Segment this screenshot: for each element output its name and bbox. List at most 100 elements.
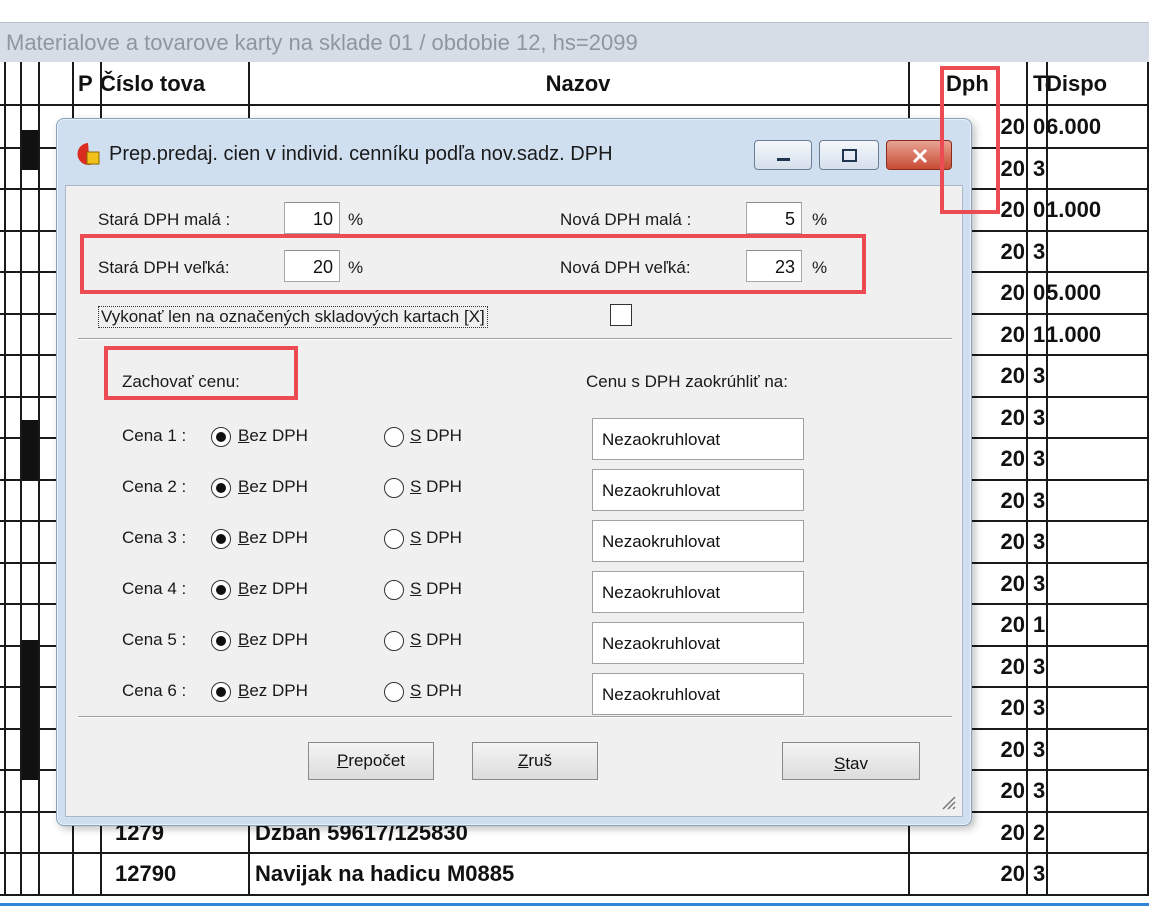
- cell-dph: 20: [1000, 529, 1025, 554]
- maximize-icon: [842, 149, 857, 162]
- cancel-button[interactable]: Zruš: [472, 742, 598, 780]
- cell-dispo: 5.000: [1046, 280, 1102, 305]
- cell-dph: 20: [1000, 238, 1025, 264]
- column-header-nazov[interactable]: Nazov: [248, 62, 908, 106]
- price-label: Cena 5 :: [122, 630, 187, 649]
- price-label: Cena 6 :: [122, 681, 187, 700]
- rounding-field[interactable]: Nezaokruhlovat: [592, 469, 804, 511]
- bottom-border: [0, 903, 1149, 906]
- bez-dph-label[interactable]: Bez DPH: [238, 426, 308, 446]
- bez-dph-label[interactable]: Bez DPH: [238, 477, 308, 497]
- only-marked-label[interactable]: Vykonať len na označených skladových kar…: [98, 306, 488, 328]
- cell-t: 35: [1033, 404, 1045, 430]
- highlight-vat-rates: [80, 234, 866, 294]
- bez-dph-label[interactable]: Bez DPH: [238, 528, 308, 548]
- rounding-field[interactable]: Nezaokruhlovat: [592, 622, 804, 664]
- bez-dph-text: ez DPH: [249, 681, 308, 700]
- recalc-button[interactable]: Prepočet: [308, 742, 434, 780]
- bez-dph-radio[interactable]: [211, 529, 231, 549]
- s-dph-radio[interactable]: [384, 529, 404, 549]
- bez-dph-text: ez DPH: [249, 477, 308, 496]
- bez-dph-text: ez DPH: [249, 426, 308, 445]
- s-dph-label[interactable]: S DPH: [410, 528, 462, 548]
- bez-dph-text: ez DPH: [249, 630, 308, 649]
- column-header-dispo[interactable]: Dispo: [1046, 62, 1146, 106]
- s-dph-accel: S: [410, 579, 422, 598]
- cell-t: 34: [1033, 570, 1045, 596]
- only-marked-checkbox[interactable]: [610, 304, 632, 326]
- s-dph-label[interactable]: S DPH: [410, 681, 462, 701]
- rounding-field[interactable]: Nezaokruhlovat: [592, 673, 804, 715]
- bez-dph-radio[interactable]: [211, 631, 231, 651]
- cell-cislo: 12790: [115, 861, 177, 886]
- bez-dph-label[interactable]: Bez DPH: [238, 579, 308, 599]
- bez-dph-accel: B: [238, 630, 250, 649]
- cell-dph: 20: [1000, 695, 1025, 720]
- cell-t: 35: [1033, 155, 1045, 181]
- cell-t: 35: [1033, 238, 1045, 264]
- price-row: Cena 5 : Bez DPH S DPH Nezaokruhlovat: [66, 622, 946, 672]
- cell-dph: 20: [1000, 570, 1025, 596]
- rounding-field[interactable]: Nezaokruhlovat: [592, 520, 804, 562]
- s-dph-text: DPH: [421, 630, 462, 649]
- cancel-label: ruš: [528, 751, 552, 770]
- cell-t: 3: [1033, 487, 1045, 513]
- new-small-vat-input[interactable]: 5: [746, 202, 802, 234]
- bez-dph-label[interactable]: Bez DPH: [238, 630, 308, 650]
- cell-nazov: Navijak na hadicu M0885: [255, 861, 515, 886]
- bez-dph-label[interactable]: Bez DPH: [238, 681, 308, 701]
- cell-dph: 20: [1000, 280, 1025, 305]
- minimize-button[interactable]: [754, 140, 812, 170]
- price-label: Cena 2 :: [122, 477, 187, 496]
- cell-dph: 20: [1000, 612, 1025, 637]
- cell-t: 35: [1033, 653, 1045, 679]
- rounding-field[interactable]: Nezaokruhlovat: [592, 571, 804, 613]
- bez-dph-radio[interactable]: [211, 682, 231, 702]
- cell-dispo: 6.000: [1046, 114, 1102, 139]
- bez-dph-text: ez DPH: [249, 528, 308, 547]
- dialog-title-bar[interactable]: Prep.predaj. cien v individ. cenníku pod…: [57, 119, 971, 185]
- s-dph-label[interactable]: S DPH: [410, 630, 462, 650]
- grid-hline: [0, 893, 1149, 896]
- cell-t: 3: [1033, 778, 1045, 803]
- s-dph-radio[interactable]: [384, 631, 404, 651]
- maximize-button[interactable]: [819, 140, 879, 170]
- resize-grip-icon[interactable]: [938, 792, 956, 810]
- price-row: Cena 1 : Bez DPH S DPH Nezaokruhlovat: [66, 418, 946, 468]
- s-dph-label[interactable]: S DPH: [410, 426, 462, 446]
- s-dph-text: DPH: [421, 477, 462, 496]
- cell-dph: 20: [1000, 321, 1025, 347]
- s-dph-label[interactable]: S DPH: [410, 579, 462, 599]
- cell-t: 0: [1033, 197, 1045, 222]
- price-row: Cena 3 : Bez DPH S DPH Nezaokruhlovat: [66, 520, 946, 570]
- s-dph-radio[interactable]: [384, 427, 404, 447]
- s-dph-accel: S: [410, 426, 422, 445]
- new-small-vat-label: Nová DPH malá :: [560, 210, 692, 229]
- s-dph-label[interactable]: S DPH: [410, 477, 462, 497]
- s-dph-radio[interactable]: [384, 682, 404, 702]
- bez-dph-radio[interactable]: [211, 427, 231, 447]
- cell-dph: 20: [1000, 778, 1025, 803]
- column-header-p[interactable]: P: [78, 62, 98, 106]
- cancel-accel: Z: [517, 751, 529, 770]
- old-small-vat-input[interactable]: 10: [284, 202, 340, 234]
- row-marker: [22, 730, 38, 780]
- window-title-bar: Materialove a tovarove karty na sklade 0…: [0, 22, 1149, 62]
- status-button[interactable]: Stav: [782, 742, 920, 780]
- s-dph-accel: S: [410, 630, 422, 649]
- rounding-field[interactable]: Nezaokruhlovat: [592, 418, 804, 460]
- bez-dph-radio[interactable]: [211, 580, 231, 600]
- column-header-t[interactable]: Tc: [1033, 62, 1046, 106]
- bez-dph-radio[interactable]: [211, 478, 231, 498]
- s-dph-text: DPH: [421, 426, 462, 445]
- bez-dph-accel: B: [238, 528, 250, 547]
- recalc-accel: P: [336, 751, 349, 770]
- s-dph-radio[interactable]: [384, 580, 404, 600]
- percent-sign: %: [812, 210, 828, 229]
- s-dph-text: DPH: [421, 681, 462, 700]
- status-label: tav: [845, 754, 869, 773]
- column-header-cislo[interactable]: Číslo tova: [100, 62, 248, 106]
- s-dph-radio[interactable]: [384, 478, 404, 498]
- highlight-dph-column: [940, 66, 1000, 214]
- cell-t: 0: [1033, 114, 1045, 139]
